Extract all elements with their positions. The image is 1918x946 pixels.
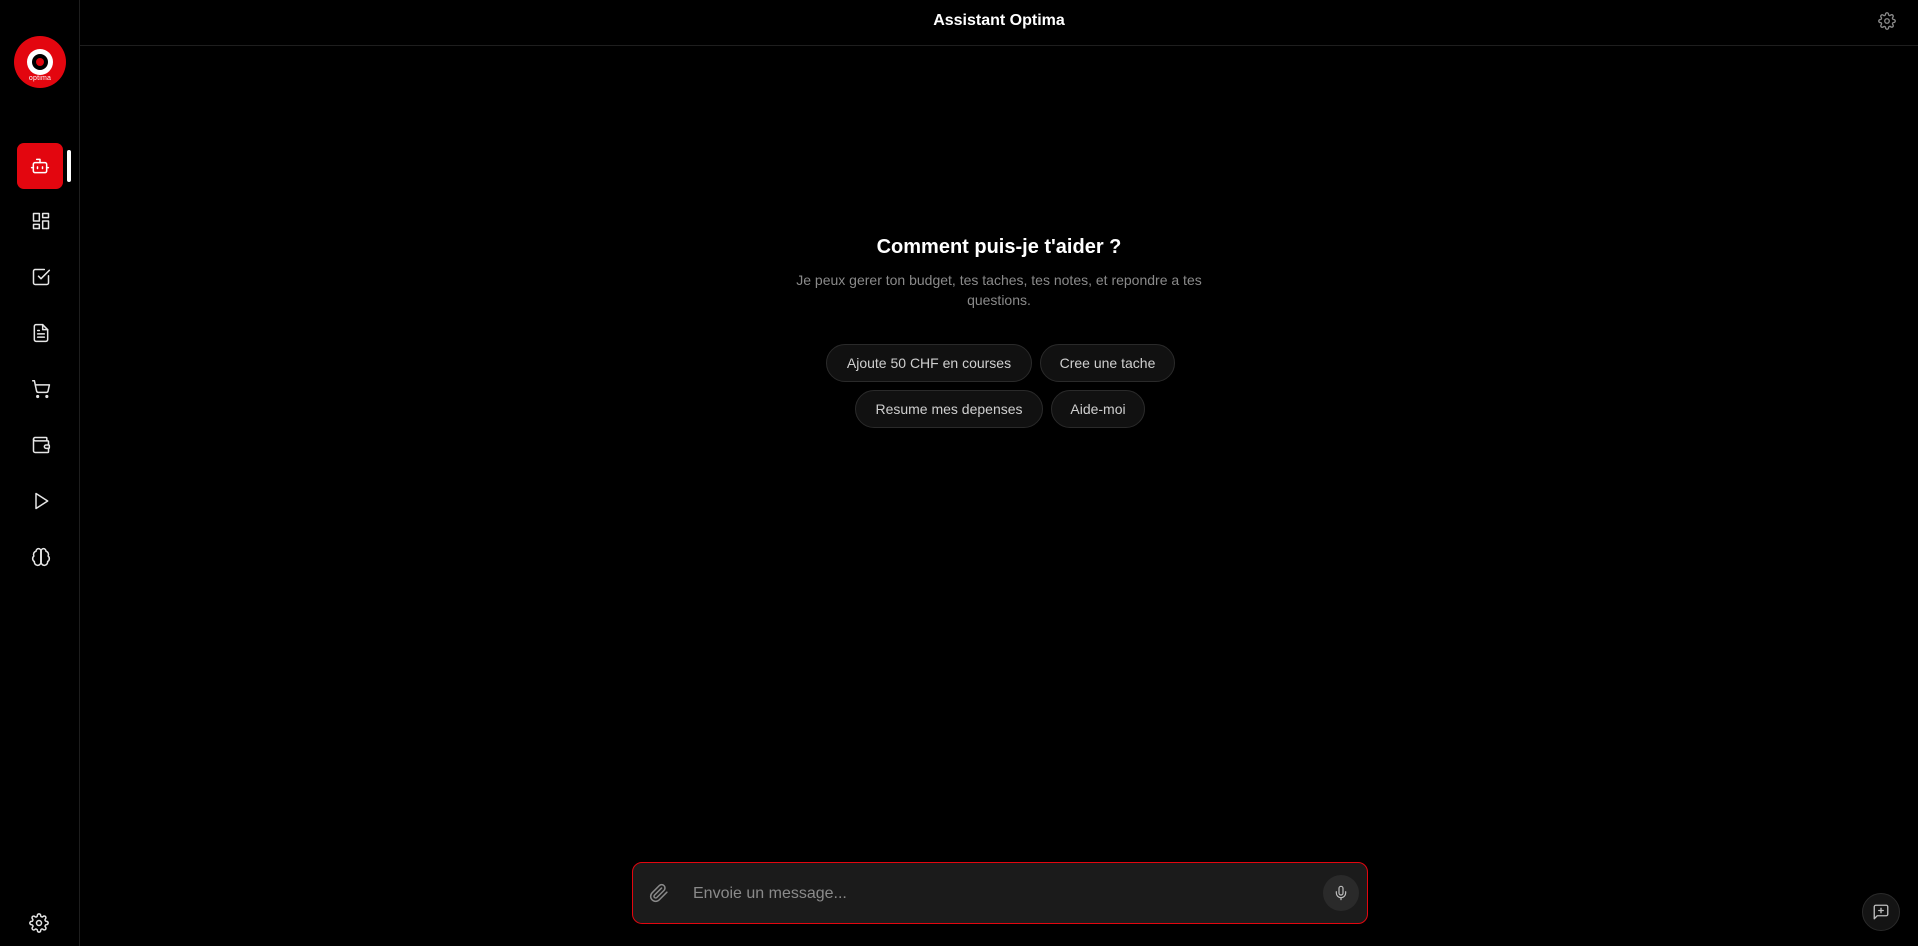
sidebar-settings-button[interactable] (27, 911, 51, 935)
sidebar-item-tasks[interactable] (17, 254, 65, 300)
attach-button[interactable] (649, 883, 671, 905)
notes-icon (33, 323, 49, 343)
suggestion-chip-help[interactable]: Aide-moi (1051, 390, 1145, 428)
wallet-icon (32, 436, 51, 454)
app-window: optima Assistant Optima Comment puis-je … (0, 0, 1918, 946)
sidebar: optima (0, 0, 80, 946)
logo-dot (36, 58, 44, 66)
cart-icon (31, 379, 51, 399)
sidebar-item-dashboard[interactable] (17, 198, 65, 244)
dashboard-icon (32, 212, 50, 230)
page-title: Assistant Optima (933, 12, 1065, 29)
gear-icon (1878, 12, 1896, 30)
sidebar-item-assistant[interactable] (17, 143, 63, 189)
play-icon (35, 492, 49, 510)
suggestion-chip-add-expense[interactable]: Ajoute 50 CHF en courses (826, 344, 1032, 382)
message-composer (632, 862, 1368, 924)
new-chat-button[interactable] (1862, 893, 1900, 931)
welcome-subtitle: Je peux gerer ton budget, tes taches, te… (796, 272, 1202, 308)
sidebar-item-shopping[interactable] (17, 366, 65, 412)
welcome-title: Comment puis-je t'aider ? (876, 236, 1122, 258)
gear-icon (29, 913, 49, 933)
suggestion-chip-summary[interactable]: Resume mes depenses (855, 390, 1043, 428)
sidebar-item-media[interactable] (17, 478, 65, 524)
header-settings-button[interactable] (1878, 12, 1898, 32)
sidebar-item-notes[interactable] (17, 310, 65, 356)
suggestion-chip-create-task[interactable]: Cree une tache (1040, 344, 1175, 382)
paperclip-icon (649, 883, 668, 903)
active-indicator (67, 150, 71, 182)
sidebar-item-budget[interactable] (17, 422, 65, 468)
new-chat-icon (1873, 904, 1889, 920)
mic-icon (1335, 885, 1347, 901)
welcome-panel: Comment puis-je t'aider ? Je peux gerer … (80, 236, 1918, 310)
logo-text: optima (28, 75, 52, 82)
optima-logo[interactable]: optima (14, 36, 66, 88)
message-input[interactable] (693, 879, 1293, 909)
checkbox-icon (32, 268, 51, 286)
header: Assistant Optima (80, 0, 1918, 46)
bot-icon (30, 158, 50, 174)
voice-input-button[interactable] (1323, 875, 1359, 911)
sidebar-item-brain[interactable] (17, 534, 65, 580)
brain-icon (31, 547, 51, 567)
